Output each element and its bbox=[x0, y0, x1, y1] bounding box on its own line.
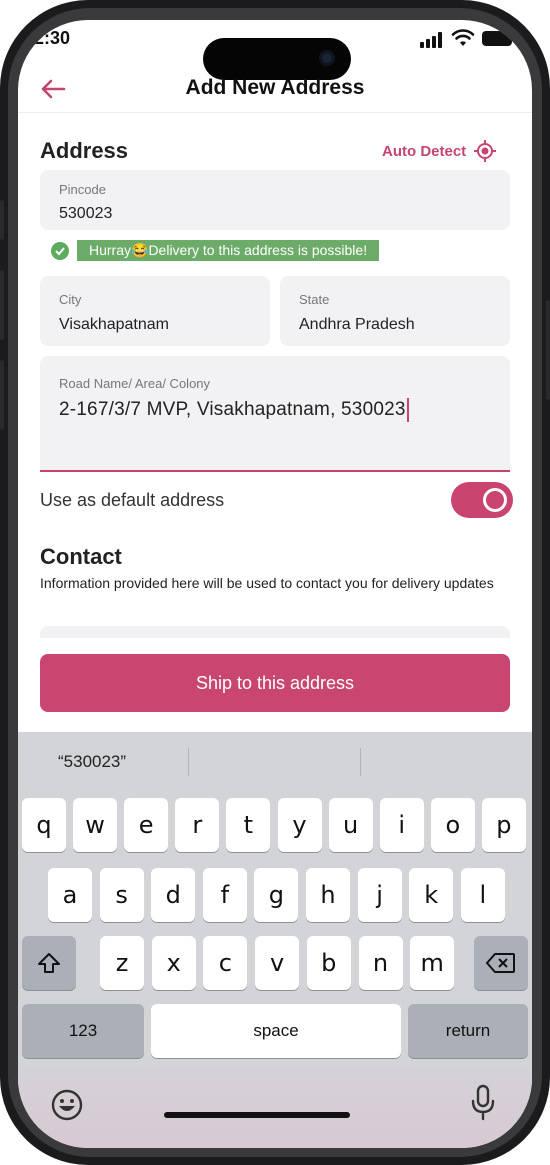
city-value: Visakhapatnam bbox=[59, 316, 169, 333]
auto-detect-label: Auto Detect bbox=[382, 142, 467, 160]
city-label: City bbox=[59, 292, 82, 307]
location-target-icon bbox=[474, 140, 497, 162]
key-q[interactable]: q bbox=[22, 798, 66, 852]
emoji-icon[interactable] bbox=[50, 1088, 84, 1122]
address-section-title: Address bbox=[40, 138, 129, 163]
microphone-icon[interactable] bbox=[470, 1084, 496, 1122]
city-field[interactable]: City Visakhapatnam bbox=[40, 276, 270, 346]
suggestion-divider bbox=[188, 748, 189, 776]
pincode-label: Pincode bbox=[59, 182, 106, 197]
pincode-field[interactable]: Pincode 530023 bbox=[40, 170, 510, 230]
home-indicator bbox=[164, 1112, 350, 1118]
road-name-text: 2-167/3/7 MVP, Visakhapatnam, 530023 bbox=[59, 399, 406, 421]
key-d[interactable]: d bbox=[151, 868, 196, 922]
side-button bbox=[0, 360, 4, 430]
default-address-label: Use as default address bbox=[40, 490, 225, 510]
key-x[interactable]: x bbox=[151, 936, 196, 990]
wifi-icon bbox=[451, 29, 475, 46]
key-e[interactable]: e bbox=[124, 798, 169, 852]
camera-icon bbox=[319, 50, 335, 66]
status-bar: 2:30 bbox=[18, 20, 532, 80]
key-t[interactable]: t bbox=[226, 798, 271, 852]
ship-to-address-button[interactable]: Ship to this address bbox=[40, 654, 510, 712]
keyboard-bottom-bar bbox=[18, 1068, 532, 1148]
keyboard: “530023” qwertyuiop asdfghjkl zxcvbnm 12… bbox=[18, 732, 532, 1148]
key-c[interactable]: c bbox=[203, 936, 248, 990]
key-g[interactable]: g bbox=[254, 868, 299, 922]
key-l[interactable]: l bbox=[460, 868, 505, 922]
key-j[interactable]: j bbox=[357, 868, 402, 922]
pincode-value: 530023 bbox=[59, 205, 113, 222]
default-address-toggle[interactable] bbox=[451, 482, 513, 518]
app-header: Add New Address bbox=[18, 72, 532, 113]
toggle-knob bbox=[483, 488, 507, 512]
key-f[interactable]: f bbox=[202, 868, 247, 922]
delivery-status: Hurray😂Delivery to this address is possi… bbox=[51, 240, 380, 261]
return-key[interactable]: return bbox=[408, 1004, 528, 1058]
suggestion-item[interactable]: “530023” bbox=[58, 752, 126, 772]
key-o[interactable]: o bbox=[430, 798, 475, 852]
key-u[interactable]: u bbox=[328, 798, 373, 852]
key-s[interactable]: s bbox=[99, 868, 144, 922]
key-m[interactable]: m bbox=[410, 936, 455, 990]
key-h[interactable]: h bbox=[306, 868, 350, 922]
backspace-icon bbox=[486, 953, 515, 973]
check-circle-icon bbox=[51, 241, 69, 260]
state-field[interactable]: State Andhra Pradesh bbox=[280, 276, 510, 346]
app-screen: 2:30 Add New Address Address Auto Detect bbox=[18, 20, 532, 1148]
key-i[interactable]: i bbox=[379, 798, 424, 852]
contact-description: Information provided here will be used t… bbox=[40, 575, 494, 591]
state-value: Andhra Pradesh bbox=[299, 316, 415, 333]
key-p[interactable]: p bbox=[481, 798, 526, 852]
road-name-value: 2-167/3/7 MVP, Visakhapatnam, 530023 bbox=[59, 398, 409, 422]
contact-field[interactable] bbox=[40, 626, 510, 638]
key-b[interactable]: b bbox=[306, 936, 351, 990]
auto-detect-button[interactable]: Auto Detect bbox=[382, 140, 497, 162]
key-k[interactable]: k bbox=[409, 868, 454, 922]
side-button bbox=[546, 300, 550, 400]
status-time: 2:30 bbox=[34, 28, 71, 48]
state-label: State bbox=[299, 292, 330, 307]
numbers-key[interactable]: 123 bbox=[22, 1004, 144, 1058]
side-button bbox=[0, 200, 4, 240]
battery-icon bbox=[482, 31, 512, 46]
shift-key[interactable] bbox=[22, 936, 76, 990]
contact-section-title: Contact bbox=[40, 544, 122, 569]
page-title: Add New Address bbox=[185, 76, 365, 99]
text-cursor bbox=[406, 398, 409, 422]
key-r[interactable]: r bbox=[175, 798, 220, 852]
delete-key[interactable] bbox=[474, 936, 528, 990]
road-name-field[interactable]: Road Name/ Area/ Colony 2-167/3/7 MVP, V… bbox=[40, 356, 510, 472]
space-key[interactable]: space bbox=[151, 1004, 401, 1058]
key-a[interactable]: a bbox=[48, 868, 92, 922]
side-button bbox=[0, 270, 4, 340]
shift-icon bbox=[38, 953, 60, 973]
cellular-signal-icon bbox=[420, 32, 444, 48]
key-n[interactable]: n bbox=[358, 936, 403, 990]
suggestion-bar: “530023” bbox=[18, 732, 532, 790]
key-y[interactable]: y bbox=[277, 798, 322, 852]
key-w[interactable]: w bbox=[73, 798, 118, 852]
key-z[interactable]: z bbox=[100, 936, 144, 990]
delivery-possible-message: Hurray😂Delivery to this address is possi… bbox=[77, 240, 380, 261]
road-name-label: Road Name/ Area/ Colony bbox=[59, 376, 211, 391]
suggestion-divider bbox=[360, 748, 361, 776]
key-v[interactable]: v bbox=[255, 936, 300, 990]
